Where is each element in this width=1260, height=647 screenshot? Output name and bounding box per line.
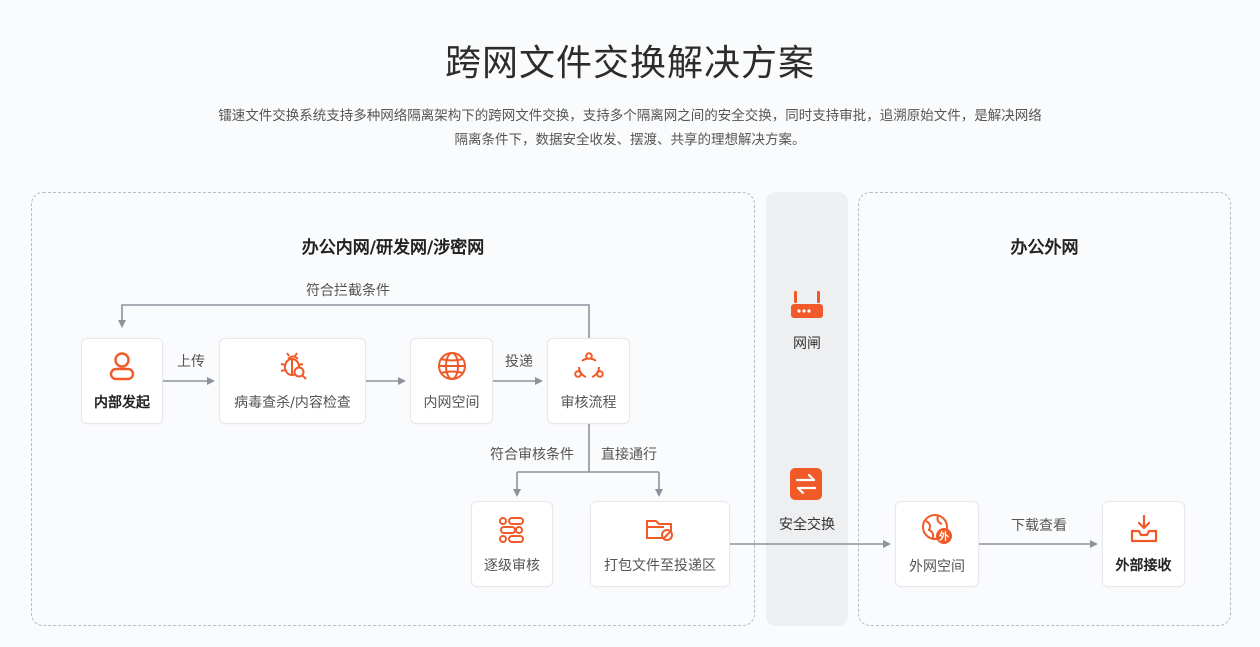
folder-icon: [646, 520, 673, 541]
edge-label-direct-pass: 直接通行: [601, 447, 657, 463]
node-scan-label: 病毒查杀/内容检查: [234, 395, 351, 411]
node-extranet-space: 外 外网空间: [895, 501, 979, 587]
node-review-label: 审核流程: [560, 395, 617, 411]
router-icon: [791, 291, 823, 318]
edge-label-upload: 上传: [177, 354, 205, 370]
levels-icon: [499, 517, 524, 543]
exchange-icon: [790, 468, 822, 500]
edge-label-download-view: 下载查看: [1011, 518, 1067, 534]
intranet-title: 办公内网/研发网/涉密网: [301, 238, 485, 258]
globe-outside-icon: 外: [922, 514, 952, 544]
node-multi-level: 逐级审核: [471, 501, 553, 587]
description-line-2: 隔离条件下，数据安全收发、摆渡、共享的理想解决方案。: [454, 132, 806, 148]
edge-label-intercept: 符合拦截条件: [306, 283, 390, 299]
node-package: 打包文件至投递区: [590, 501, 730, 587]
node-multi-level-label: 逐级审核: [484, 558, 540, 574]
gateway-exchange-label: 安全交换: [779, 517, 835, 533]
edge-label-meets-review: 符合审核条件: [490, 447, 574, 463]
user-icon: [109, 352, 135, 381]
page-title: 跨网文件交换解决方案: [444, 43, 815, 84]
flow-icon: [573, 352, 604, 378]
node-extranet-space-label: 外网空间: [909, 559, 965, 575]
node-initiate: 内部发起: [81, 338, 163, 424]
node-receive: 外部接收: [1102, 501, 1185, 587]
node-intranet-space-label: 内网空间: [423, 395, 480, 411]
inbox-download-icon: [1130, 514, 1157, 543]
edge-label-deliver: 投递: [505, 354, 533, 370]
extranet-badge-text: 外: [938, 530, 949, 543]
description-line-1: 镭速文件交换系统支持多种网络隔离架构下的跨网文件交换，支持多个隔离网之间的安全交…: [218, 108, 1042, 124]
node-scan: 病毒查杀/内容检查: [219, 338, 366, 424]
gateway-column: [766, 192, 848, 626]
gateway-gate-label: 网闸: [793, 336, 821, 352]
page-description: 镭速文件交换系统支持多种网络隔离架构下的跨网文件交换，支持多个隔离网之间的安全交…: [190, 104, 1070, 152]
node-initiate-label: 内部发起: [94, 395, 150, 411]
node-intranet-space: 内网空间: [410, 338, 493, 424]
node-package-label: 打包文件至投递区: [604, 558, 716, 574]
node-receive-label: 外部接收: [1115, 558, 1172, 574]
bug-icon: [280, 352, 307, 380]
globe-icon: [437, 352, 466, 380]
node-review: 审核流程: [547, 338, 630, 424]
extranet-title: 办公外网: [1010, 238, 1079, 258]
